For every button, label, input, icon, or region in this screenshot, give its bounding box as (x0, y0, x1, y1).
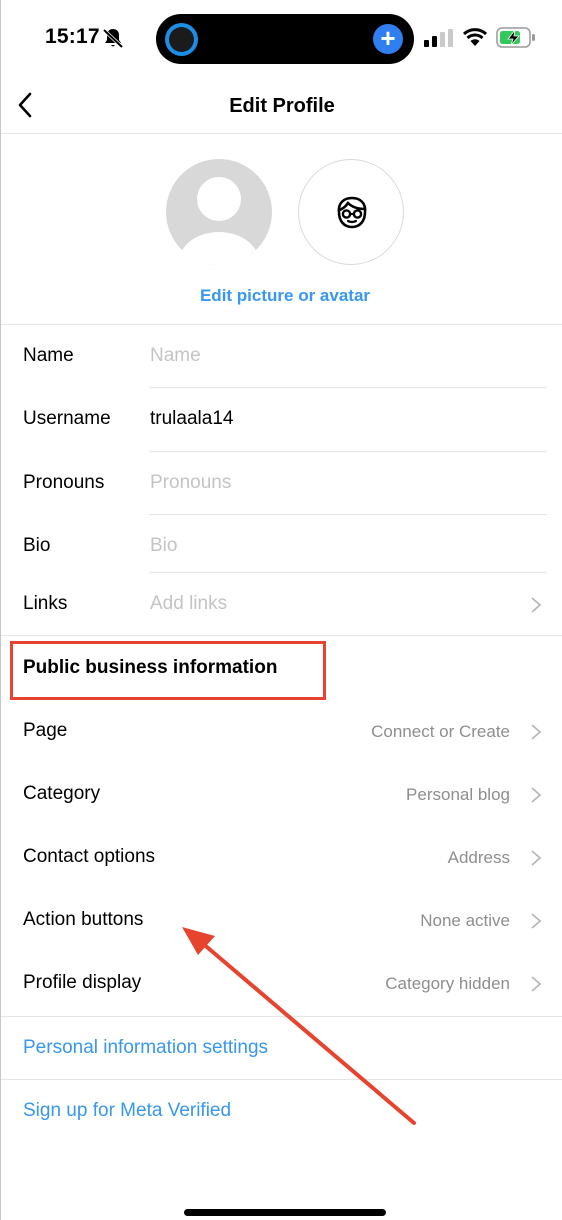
meta-verified-link[interactable]: Sign up for Meta Verified (23, 1100, 231, 1122)
divider (149, 514, 547, 515)
battery-charging-icon (496, 27, 535, 48)
chevron-right-icon (531, 724, 542, 740)
links-label: Links (23, 593, 68, 614)
divider (1, 1079, 562, 1080)
action-buttons-value: None active (420, 911, 510, 930)
wifi-icon (462, 28, 488, 46)
divider (149, 572, 547, 573)
edit-profile-screen: 15:17 + Edit Profile Edit picture or ava… (0, 0, 562, 1220)
cellular-signal-icon (424, 29, 453, 47)
profile-display-label: Profile display (23, 972, 142, 993)
category-label: Category (23, 783, 101, 804)
bio-field-row[interactable]: Bio Bio (1, 517, 562, 577)
plus-icon: + (373, 24, 403, 54)
chevron-right-icon (531, 597, 542, 613)
divider (1, 635, 562, 636)
links-input[interactable]: Add links (150, 593, 227, 615)
bell-muted-icon (102, 28, 124, 49)
contact-options-value: Address (447, 848, 510, 867)
pronouns-input[interactable]: Pronouns (150, 472, 231, 494)
name-input[interactable]: Name (150, 345, 201, 367)
username-label: Username (23, 408, 111, 429)
page-label: Page (23, 720, 68, 741)
business-row-category[interactable]: Category Personal blog (1, 765, 562, 825)
business-row-profile-display[interactable]: Profile display Category hidden (1, 954, 562, 1014)
username-input[interactable]: trulaala14 (150, 408, 233, 430)
profile-display-value: Category hidden (385, 974, 510, 993)
business-row-page[interactable]: Page Connect or Create (1, 702, 562, 762)
links-field-row[interactable]: Links Add links (1, 575, 562, 635)
name-field-row[interactable]: Name Name (1, 327, 562, 387)
nav-bar: Edit Profile (1, 76, 562, 134)
username-field-row[interactable]: Username trulaala14 (1, 390, 562, 450)
action-buttons-label: Action buttons (23, 909, 144, 930)
home-indicator (184, 1209, 386, 1216)
personal-info-settings-link[interactable]: Personal information settings (23, 1037, 268, 1059)
divider (1, 1016, 562, 1017)
bio-label: Bio (23, 535, 51, 556)
divider (1, 324, 562, 325)
default-avatar-icon[interactable] (166, 159, 272, 265)
section-title-business: Public business information (23, 657, 278, 678)
status-time: 15:17 (45, 25, 100, 48)
name-label: Name (23, 345, 74, 366)
business-row-action-buttons[interactable]: Action buttons None active (1, 891, 562, 951)
business-row-contact-options[interactable]: Contact options Address (1, 828, 562, 888)
divider (149, 451, 547, 452)
status-bar: 15:17 + (1, 0, 562, 76)
bio-input[interactable]: Bio (150, 535, 177, 557)
avatar-option-button[interactable] (298, 159, 404, 265)
contact-options-label: Contact options (23, 846, 156, 867)
dynamic-island: + (156, 14, 414, 64)
chevron-right-icon (531, 787, 542, 803)
category-value: Personal blog (406, 785, 510, 804)
avatar-face-icon (337, 196, 367, 229)
divider (149, 387, 547, 388)
chevron-right-icon (531, 976, 542, 992)
pronouns-field-row[interactable]: Pronouns Pronouns (1, 454, 562, 514)
edit-picture-link[interactable]: Edit picture or avatar (1, 286, 562, 306)
chevron-right-icon (531, 913, 542, 929)
page-title: Edit Profile (229, 95, 335, 117)
chevron-right-icon (531, 850, 542, 866)
page-value: Connect or Create (371, 722, 510, 741)
pronouns-label: Pronouns (23, 472, 105, 493)
live-activity-icon (165, 23, 198, 56)
